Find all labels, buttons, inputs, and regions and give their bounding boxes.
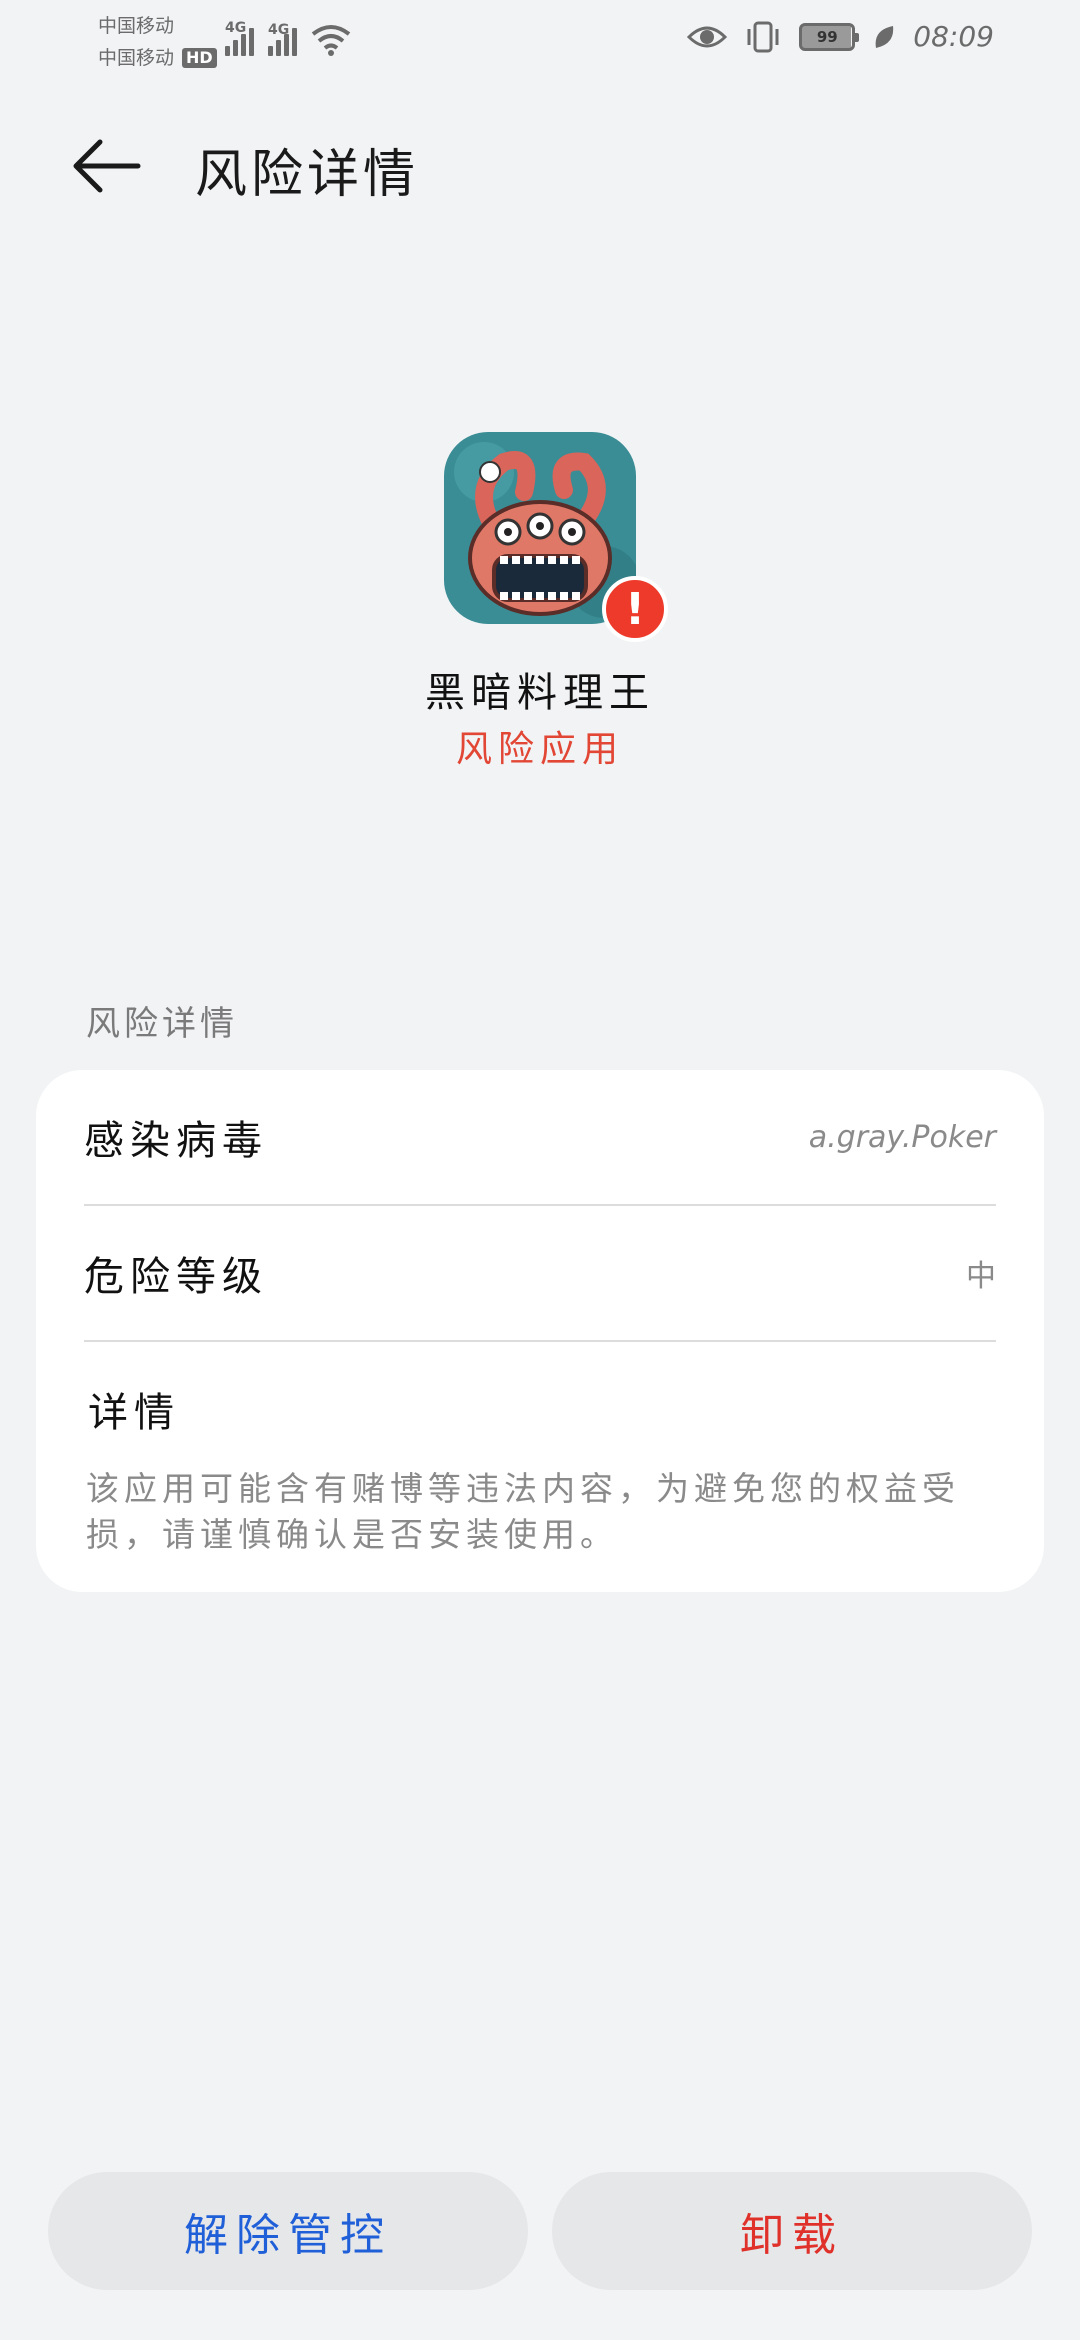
network-type-2: 4G [268,22,290,38]
virus-value: a.gray.Poker [808,1119,996,1155]
detail-text: 该应用可能含有赌博等违法内容，为避免您的权益受损，请谨慎确认是否安装使用。 [86,1469,960,1554]
level-value: 中 [966,1259,996,1294]
vibrate-icon [747,21,779,52]
divider [84,1340,996,1342]
level-row: 危险等级 中 [84,1206,996,1340]
hd-badge: HD [182,48,217,68]
signal-2-icon: 4G [268,22,297,56]
back-arrow-icon [73,139,141,193]
release-control-button[interactable]: 解除管控 [48,2172,528,2290]
carrier-1: 中国移动 [98,15,175,37]
section-label: 风险详情 [86,1004,238,1044]
eye-comfort-icon [687,26,728,47]
page-title: 风险详情 [195,145,420,205]
virus-row: 感染病毒 a.gray.Poker [84,1070,996,1204]
back-button[interactable] [70,134,144,198]
level-label: 危险等级 [84,1254,268,1300]
battery-icon: 99 [799,22,860,51]
risk-details-card: 感染病毒 a.gray.Poker 危险等级 中 详情 该应用可能含有赌博等违法… [36,1070,1044,1592]
status-bar: 中国移动 中国移动 HD 4G 4G 99 08:09 [0,0,1080,84]
app-icon-container: ! [444,432,668,642]
app-name: 黑暗料理王 [425,670,655,716]
header: 风险详情 [0,126,1080,206]
network-type-1: 4G [225,20,247,36]
wifi-icon [311,25,351,56]
battery-level: 99 [816,27,838,46]
virus-label: 感染病毒 [84,1118,268,1164]
signal-indicators: 4G 4G [225,20,351,56]
app-risk-status: 风险应用 [455,729,624,770]
carrier-info: 中国移动 中国移动 HD [98,10,217,74]
uninstall-button[interactable]: 卸载 [552,2172,1032,2290]
signal-1-icon: 4G [225,20,254,56]
risk-alert-icon: ! [602,576,668,642]
detail-title: 详情 [88,1390,180,1436]
clock: 08:09 [913,20,994,53]
right-status-icons: 99 08:09 [687,20,994,53]
carrier-2: 中国移动 [98,47,175,69]
leaf-icon [875,25,894,48]
